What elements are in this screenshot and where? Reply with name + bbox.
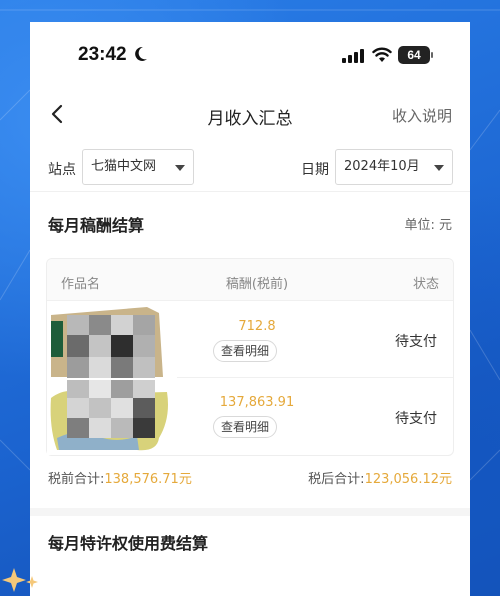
unit-label: 单位: 元 — [404, 218, 452, 233]
table-row: 137,863.91 查看明细 待支付 — [47, 378, 453, 455]
nav-bar: 月收入汇总 收入说明 — [30, 86, 470, 142]
cellular-signal-icon — [342, 49, 364, 63]
site-label: 站点 — [48, 162, 76, 178]
chevron-down-icon — [175, 165, 185, 171]
phone-screen: 23:42 64 月收入汇总 收入说明 站点 七猫中文网 日期 2024年10月… — [30, 22, 470, 596]
column-header-amount: 稿酬(税前) — [225, 277, 289, 292]
post-tax-total: 税后合计:123,056.12元 — [308, 468, 452, 487]
wifi-icon — [372, 47, 392, 62]
post-tax-value: 123,056.12元 — [364, 472, 452, 487]
site-select-value: 七猫中文网 — [91, 159, 157, 174]
view-details-button[interactable]: 查看明细 — [213, 340, 277, 362]
section-divider — [30, 508, 470, 516]
column-header-status: 状态 — [412, 277, 439, 292]
book-cover-thumbnail — [47, 301, 177, 378]
royalty-amount: 137,863.91 — [219, 395, 295, 410]
section-title-monthly: 每月稿酬结算 — [48, 216, 145, 235]
pre-tax-value: 138,576.71元 — [104, 472, 192, 487]
column-header-work: 作品名 — [61, 277, 101, 292]
status-bar: 23:42 64 — [30, 22, 470, 86]
totals-row: 税前合计:138,576.71元 税后合计:123,056.12元 — [30, 468, 470, 498]
pre-tax-total: 税前合计:138,576.71元 — [48, 468, 192, 487]
view-details-button[interactable]: 查看明细 — [213, 416, 277, 438]
table-row: 712.8 查看明细 待支付 — [47, 301, 453, 378]
table-header: 作品名 稿酬(税前) 状态 — [47, 259, 453, 301]
site-select[interactable]: 七猫中文网 — [82, 149, 194, 185]
income-explanation-link[interactable]: 收入说明 — [392, 105, 452, 126]
date-select[interactable]: 2024年10月 — [335, 149, 453, 185]
battery-indicator: 64 — [398, 46, 430, 64]
payment-status: 待支付 — [395, 334, 437, 350]
royalty-amount: 712.8 — [238, 319, 276, 334]
royalty-table: 作品名 稿酬(税前) 状态 712.8 查看明细 待支付 137,863.91 … — [46, 258, 454, 456]
moon-icon — [135, 46, 147, 61]
filter-row: 站点 七猫中文网 日期 2024年10月 — [30, 142, 470, 192]
book-cover-thumbnail — [47, 378, 177, 455]
monthly-section-header: 每月稿酬结算 单位: 元 — [30, 192, 470, 248]
date-label: 日期 — [301, 162, 329, 178]
date-select-value: 2024年10月 — [344, 159, 420, 174]
section-title-license: 每月特许权使用费结算 — [48, 534, 209, 553]
status-time: 23:42 — [78, 44, 127, 65]
post-tax-label: 税后合计: — [308, 472, 365, 487]
pre-tax-label: 税前合计: — [48, 472, 105, 487]
payment-status: 待支付 — [395, 411, 437, 427]
sparkle-decoration-icon — [2, 568, 38, 592]
chevron-down-icon — [434, 165, 444, 171]
battery-tip — [431, 52, 433, 58]
